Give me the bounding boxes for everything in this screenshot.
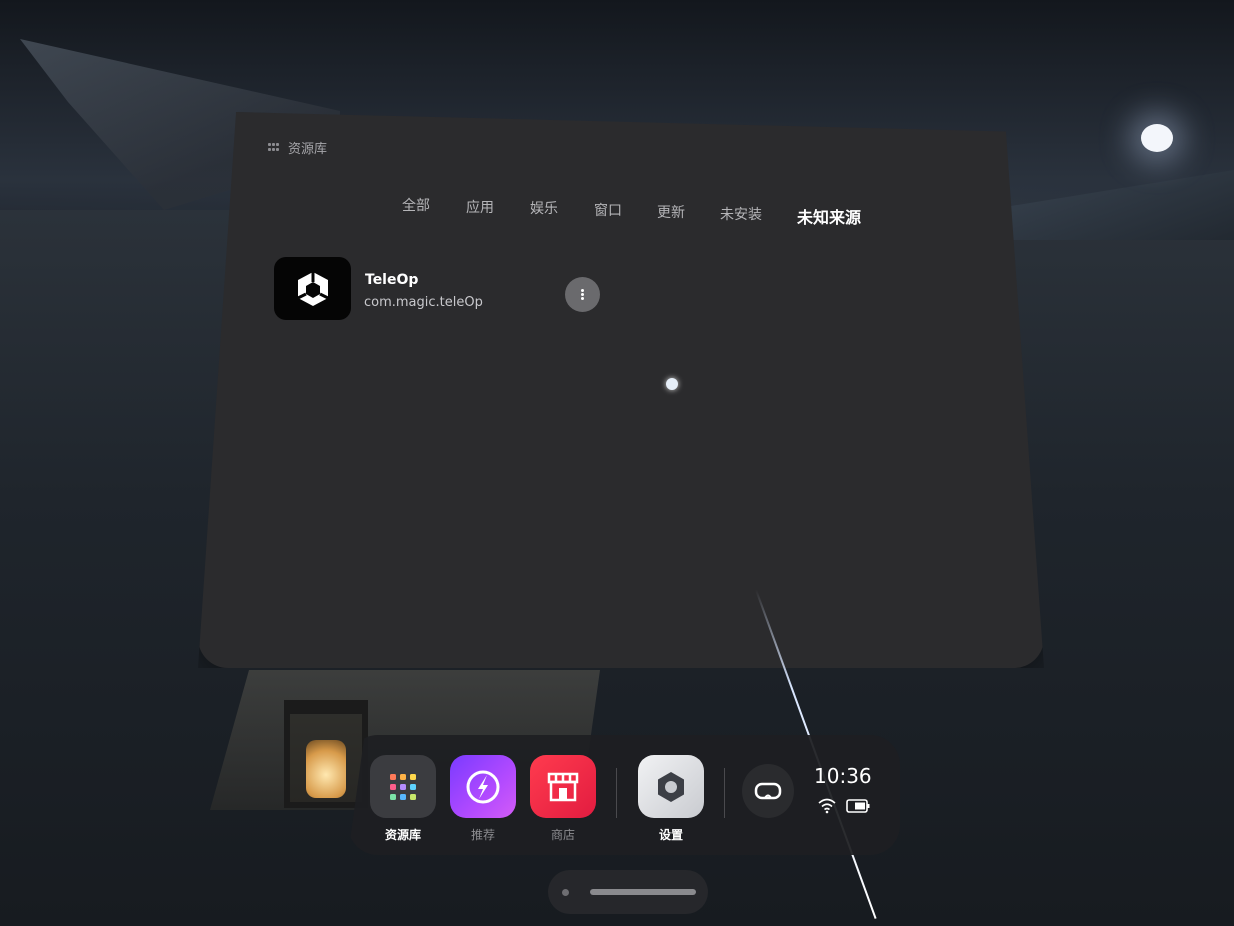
more-options-button[interactable] [565,277,600,312]
clock: 10:36 [814,764,872,788]
dock-item-library[interactable]: 资源库 [370,755,436,843]
store-icon [530,755,596,818]
tab-entertainment[interactable]: 娱乐 [530,198,558,218]
tab-all[interactable]: 全部 [402,195,430,215]
controller-cursor [666,378,678,390]
panel-title: 资源库 [288,142,328,157]
wifi-icon [818,798,836,814]
moon [1141,124,1173,152]
vr-headset-button[interactable] [742,764,794,818]
app-package: com.magic.teleOp [364,295,483,310]
tab-apps[interactable]: 应用 [466,197,494,217]
status-icons[interactable] [818,798,870,814]
dock-item-recommend[interactable]: 推荐 [450,755,516,843]
app-grid-icon [370,755,436,818]
tab-updates[interactable]: 更新 [657,202,685,222]
dock-label-library: 资源库 [384,828,421,842]
grid-icon [268,142,280,153]
more-vertical-icon [581,288,584,301]
panel-header: 资源库 [268,138,327,157]
dock-label-store: 商店 [550,828,575,842]
dock-item-store[interactable]: 商店 [530,755,596,843]
tab-windows[interactable]: 窗口 [594,200,622,220]
battery-icon [846,799,870,813]
dock-divider [616,768,617,818]
home-indicator[interactable] [548,870,708,914]
app-name: TeleOp [365,272,419,288]
unity-cube-icon[interactable] [274,257,351,320]
tab-not-installed[interactable]: 未安装 [720,204,762,224]
list-item[interactable]: TeleOp com.magic.teleOp [274,257,614,321]
hex-settings-icon [638,755,704,818]
dock-divider [724,768,725,818]
dock-item-settings[interactable]: 设置 [638,755,704,843]
dock-label-settings: 设置 [658,828,683,842]
lightning-compass-icon [450,755,516,818]
tab-unknown-sources[interactable]: 未知来源 [797,204,861,228]
vr-headset-icon [754,782,782,800]
dock-label-recommend: 推荐 [470,828,495,842]
library-panel [198,112,1044,668]
